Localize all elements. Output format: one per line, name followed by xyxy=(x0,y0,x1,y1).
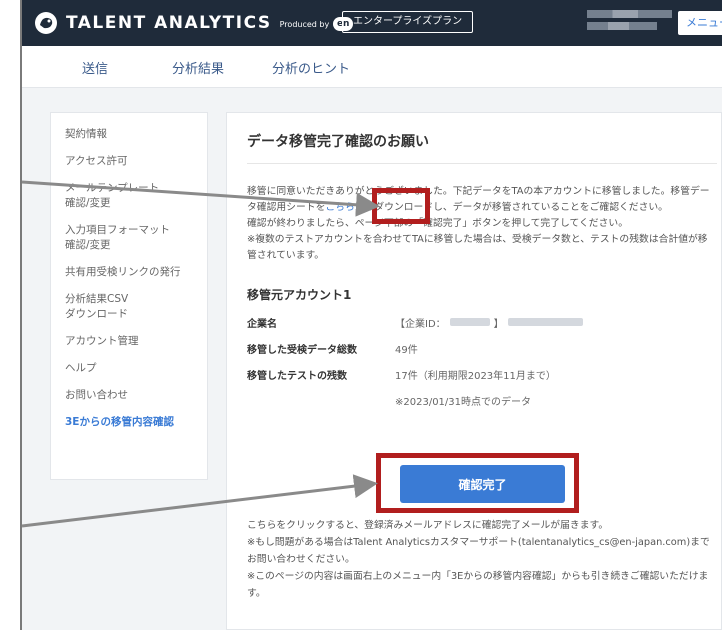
redacted-company-name xyxy=(507,318,583,326)
examinees-row: 移管した受検データ総数 49件 xyxy=(247,341,721,357)
sidebar-item[interactable]: 3Eからの移管内容確認 xyxy=(65,415,207,430)
company-id-suffix: 】 xyxy=(493,318,504,330)
highlight-box-link xyxy=(372,188,430,224)
company-label: 企業名 xyxy=(247,319,277,330)
sidebar-item[interactable]: 入力項目フォーマット 確認/変更 xyxy=(65,223,207,253)
produced-by-label: Produced by xyxy=(279,20,330,29)
menu-button[interactable]: メニュー xyxy=(678,11,722,35)
plan-badge: エンタープライズプラン xyxy=(342,11,474,33)
tab-send[interactable]: 送信 xyxy=(82,58,108,77)
intro-paragraph: 移管に同意いただきありがとうございました。下記データをTAの本アカウントに移管し… xyxy=(247,184,715,264)
multi-account-note: ※複数のテストアカウントを合わせてTAに移管した場合は、受検データ数と、テストの… xyxy=(247,234,708,261)
top-header: TALENT ANALYTICS Produced by en エンタープライズ… xyxy=(22,0,722,46)
nav-tabs: 送信 分析結果 分析のヒント xyxy=(22,46,722,88)
main-card: データ移管完了確認のお願い 移管に同意いただきありがとうございました。下記データ… xyxy=(226,112,722,630)
bottom-notes: こちらをクリックすると、登録済みメールアドレスに確認完了メールが届きます。 ※も… xyxy=(247,517,717,602)
sidebar-item[interactable]: 共有用受検リンクの発行 xyxy=(65,265,207,280)
tab-hints[interactable]: 分析のヒント xyxy=(272,58,350,77)
tab-results[interactable]: 分析結果 xyxy=(172,58,224,77)
sidebar-item[interactable]: アクセス許可 xyxy=(65,154,207,169)
tests-value: 17件（利用期限2023年11月まで） xyxy=(395,370,556,382)
company-row: 企業名 【企業ID： 】 xyxy=(247,315,721,330)
brand-mark-icon xyxy=(35,12,57,34)
tests-row: 移管したテストの残数 17件（利用期限2023年11月まで） xyxy=(247,367,721,383)
examinees-value: 49件 xyxy=(395,344,418,356)
tests-label: 移管したテストの残数 xyxy=(247,371,347,382)
note-support: ※もし問題がある場合はTalent Analyticsカスタマーサポート(tal… xyxy=(247,537,710,565)
sidebar: 契約情報アクセス許可メールテンプレート 確認/変更 入力項目フォーマット 確認/変… xyxy=(50,112,208,480)
sidebar-item[interactable]: 契約情報 xyxy=(65,127,207,142)
account-heading: 移管元アカウント1 xyxy=(247,288,352,302)
asof-value: ※2023/01/31時点でのデータ xyxy=(395,396,532,408)
download-link[interactable]: こちら xyxy=(325,202,354,213)
sidebar-item[interactable]: お問い合わせ xyxy=(65,388,207,403)
company-id-prefix: 【企業ID： xyxy=(395,318,446,330)
instruction-text: 確認が終わりましたら、ページ下部の「確認完了」ボタンを押して完了してください。 xyxy=(247,218,628,229)
brand-logo[interactable]: TALENT ANALYTICS Produced by en xyxy=(34,11,354,35)
note-email: こちらをクリックすると、登録済みメールアドレスに確認完了メールが届きます。 xyxy=(247,520,609,531)
sidebar-item[interactable]: 分析結果CSV ダウンロード xyxy=(65,292,207,322)
sidebar-item[interactable]: メールテンプレート 確認/変更 xyxy=(65,181,207,211)
sidebar-item[interactable]: アカウント管理 xyxy=(65,334,207,349)
user-info-redacted xyxy=(587,10,672,34)
sidebar-item[interactable]: ヘルプ xyxy=(65,361,207,376)
outer-margin xyxy=(0,0,20,630)
page-title: データ移管完了確認のお願い xyxy=(247,131,717,164)
brand-name: TALENT ANALYTICS xyxy=(66,13,272,33)
redacted-id xyxy=(449,318,490,326)
highlight-box-button xyxy=(376,453,579,513)
asof-row: ※2023/01/31時点でのデータ xyxy=(247,393,721,408)
company-value: 【企業ID： 】 xyxy=(395,315,587,330)
examinees-label: 移管した受検データ総数 xyxy=(247,345,357,356)
asof-spacer xyxy=(247,393,395,407)
note-menu: ※このページの内容は画面右上のメニュー内「3Eからの移管内容確認」からも引き続き… xyxy=(247,571,709,599)
